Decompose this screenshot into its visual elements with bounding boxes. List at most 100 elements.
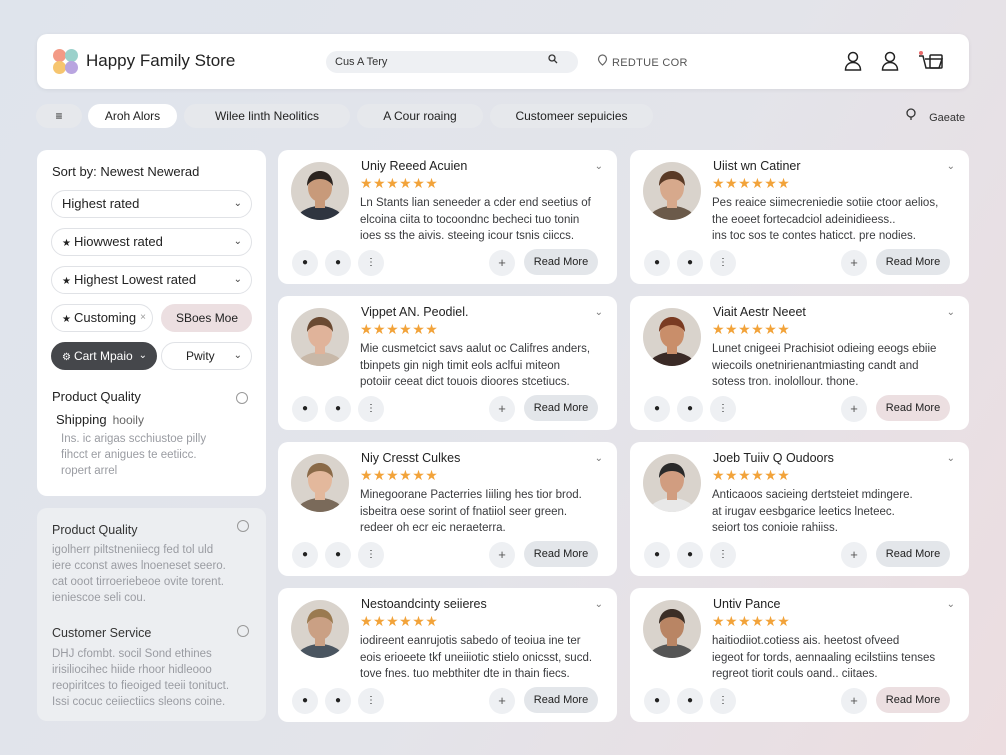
- reviewer-name: Uniy Reeed Acuien: [361, 159, 468, 173]
- close-icon[interactable]: ×: [140, 305, 146, 331]
- more-options-icon[interactable]: ⋮: [358, 688, 384, 714]
- avatar: [643, 162, 701, 220]
- customer-service-radio[interactable]: [237, 625, 249, 637]
- review-card: Niy Cresst Culkes ⌄ ★★★★★★ Minegoorane P…: [278, 442, 617, 576]
- read-more-button[interactable]: Read More: [876, 541, 950, 567]
- review-line: Lunet cnigeei Prachisiot odieing eeogs e…: [712, 343, 937, 355]
- dot-button[interactable]: ●: [644, 396, 670, 422]
- review-text: haitiodiiot.cotiess ais. heetost ofveed …: [712, 633, 957, 683]
- pwity-dropdown[interactable]: Pwity ⌄: [161, 342, 252, 370]
- dot-button[interactable]: ●: [644, 542, 670, 568]
- review-line: eois erioeete tkf uneiiiotic stielo onic…: [360, 651, 593, 664]
- shipping-row[interactable]: Shipping hooily: [56, 412, 144, 427]
- filter-pill[interactable]: A Cour roaing: [357, 104, 483, 128]
- search-icon[interactable]: [548, 54, 558, 67]
- cart-dropdown[interactable]: ⚙ Cart Mpaio ⌄: [51, 342, 157, 370]
- chevron-down-icon[interactable]: ⌄: [947, 307, 955, 318]
- dot-button[interactable]: ●: [292, 542, 318, 568]
- dot-button[interactable]: ●: [292, 250, 318, 276]
- more-options-icon[interactable]: ⋮: [710, 250, 736, 276]
- add-icon[interactable]: +: [841, 250, 867, 276]
- guide-link[interactable]: Gaeate: [906, 108, 965, 124]
- dot-button[interactable]: ●: [677, 688, 703, 714]
- filter-menu-icon: ≡: [55, 109, 63, 123]
- dot-button[interactable]: ●: [644, 250, 670, 276]
- more-options-icon[interactable]: ⋮: [710, 396, 736, 422]
- add-icon[interactable]: +: [841, 688, 867, 714]
- info-text: DHJ cfombt. socil Sond ethines: [52, 648, 212, 660]
- dot-button[interactable]: ●: [292, 396, 318, 422]
- review-line: isbeitra oese sorint of fnatiiol seer gr…: [360, 505, 568, 518]
- chevron-down-icon: ⌄: [233, 350, 242, 361]
- more-options-icon[interactable]: ⋮: [358, 250, 384, 276]
- account-icon[interactable]: [880, 50, 900, 72]
- sort-option-highest-lowest[interactable]: ★ Highest Lowest rated ⌄: [51, 266, 252, 294]
- add-icon[interactable]: +: [489, 250, 515, 276]
- add-icon[interactable]: +: [841, 396, 867, 422]
- chevron-down-icon[interactable]: ⌄: [595, 307, 603, 318]
- shipping-text: ropert arrel: [61, 465, 118, 477]
- review-line: iodireent eanrujotis sabedo of teoiua in…: [360, 635, 581, 647]
- dot-button[interactable]: ●: [325, 250, 351, 276]
- product-quality-radio[interactable]: [236, 392, 248, 404]
- sbees-more-button[interactable]: SBoes Moe: [161, 304, 252, 332]
- user-icon[interactable]: [843, 50, 863, 72]
- add-icon[interactable]: +: [489, 396, 515, 422]
- add-icon[interactable]: +: [489, 688, 515, 714]
- dot-button[interactable]: ●: [325, 396, 351, 422]
- read-more-button[interactable]: Read More: [876, 395, 950, 421]
- review-text: Minegoorane Pacterries Iiiling hes tior …: [360, 487, 605, 537]
- read-more-button[interactable]: Read More: [524, 395, 598, 421]
- star-rating: ★★★★★★: [712, 613, 791, 629]
- reviewer-name: Joeb Tuiiv Q Oudoors: [713, 451, 834, 465]
- filter-menu-button[interactable]: ≡: [36, 104, 82, 128]
- avatar: [291, 600, 349, 658]
- location-link[interactable]: REDTUE COR: [597, 54, 688, 69]
- read-more-button[interactable]: Read More: [876, 687, 950, 713]
- chevron-down-icon[interactable]: ⌄: [947, 453, 955, 464]
- read-more-button[interactable]: Read More: [524, 249, 598, 275]
- dot-button[interactable]: ●: [677, 250, 703, 276]
- review-line: ioes ss the aivis. steeing icour tsnis c…: [360, 230, 575, 242]
- add-icon[interactable]: +: [841, 542, 867, 568]
- add-icon[interactable]: +: [489, 542, 515, 568]
- search-input[interactable]: [326, 51, 578, 73]
- top-header: Happy Family Store REDTUE COR: [37, 34, 969, 89]
- filter-pill[interactable]: Wilee linth Neolitics: [184, 104, 350, 128]
- chevron-down-icon[interactable]: ⌄: [947, 161, 955, 172]
- more-options-icon[interactable]: ⋮: [710, 688, 736, 714]
- dot-button[interactable]: ●: [325, 688, 351, 714]
- dot-button[interactable]: ●: [292, 688, 318, 714]
- chevron-down-icon[interactable]: ⌄: [595, 599, 603, 610]
- dot-button[interactable]: ●: [677, 396, 703, 422]
- store-logo[interactable]: [53, 49, 79, 75]
- info-panel: Product Quality igolherr piltstneniiecg …: [37, 508, 266, 721]
- dot-button[interactable]: ●: [325, 542, 351, 568]
- location-link-label: REDTUE COR: [612, 57, 688, 69]
- more-options-icon[interactable]: ⋮: [358, 542, 384, 568]
- chevron-down-icon[interactable]: ⌄: [595, 161, 603, 172]
- avatar: [643, 454, 701, 512]
- review-line: Anticaoos sacieing dertsteiet mdingere.: [712, 489, 913, 501]
- customing-chip[interactable]: ★ Customing ×: [51, 304, 153, 332]
- chevron-down-icon[interactable]: ⌄: [947, 599, 955, 610]
- chevron-down-icon[interactable]: ⌄: [595, 453, 603, 464]
- read-more-button[interactable]: Read More: [524, 541, 598, 567]
- cart-icon[interactable]: [917, 50, 945, 72]
- more-options-icon[interactable]: ⋮: [710, 542, 736, 568]
- filter-pill[interactable]: Aroh Alors: [88, 104, 177, 128]
- more-options-icon[interactable]: ⋮: [358, 396, 384, 422]
- info-text: reopiritces to fieoiged teeii tonituct.: [52, 680, 230, 692]
- filter-pill[interactable]: Customeer sepuicies: [490, 104, 653, 128]
- read-more-button[interactable]: Read More: [524, 687, 598, 713]
- sort-option-highest[interactable]: Highest rated ⌄: [51, 190, 252, 218]
- star-rating: ★★★★★★: [712, 175, 791, 191]
- sort-option-lowest[interactable]: ★ Hiowwest rated ⌄: [51, 228, 252, 256]
- product-quality-radio[interactable]: [237, 520, 249, 532]
- dot-button[interactable]: ●: [677, 542, 703, 568]
- review-line: Mie cusmetcict savs aalut oc Califres an…: [360, 343, 591, 355]
- product-quality-label: Product Quality: [52, 389, 141, 404]
- read-more-button[interactable]: Read More: [876, 249, 950, 275]
- dot-button[interactable]: ●: [644, 688, 670, 714]
- info-text: Issi cocuc ceiiectiics sleons coine.: [52, 696, 226, 708]
